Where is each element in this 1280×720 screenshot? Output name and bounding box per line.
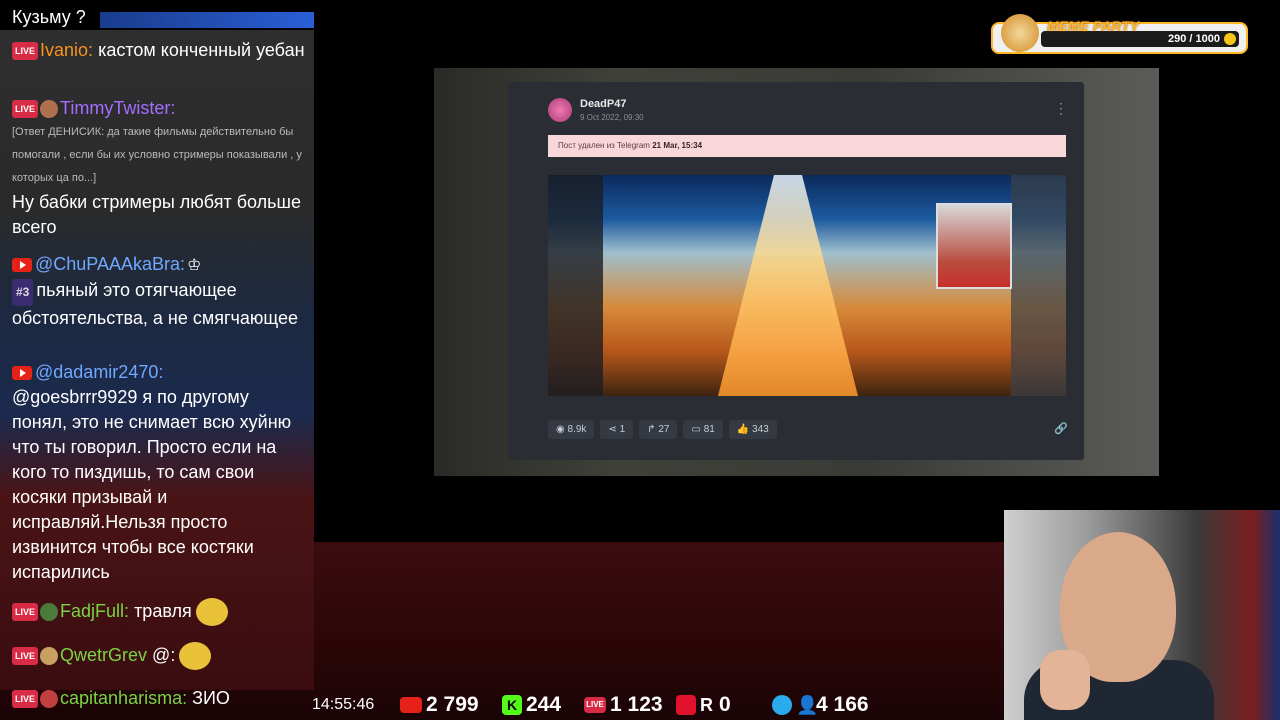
alert-time: 21 Mar, 15:34 [652, 141, 703, 150]
chat-reply-quote: [Ответ ДЕНИСИК: да такие фильмы действит… [12, 126, 302, 184]
chat-text: травля [134, 600, 192, 621]
doge-icon [1001, 14, 1039, 52]
post-stats: ◉ 8.9k ⋖ 1 ↱ 27 ▭ 81 👍 343 [548, 420, 777, 439]
chat-message: Кузьму ? [12, 5, 307, 30]
clock: 14:55:46 [312, 696, 375, 713]
rutube-icon [676, 695, 696, 716]
live-badge-icon: LIVE [12, 100, 39, 119]
chat-nick: @dadamir2470: [35, 362, 164, 382]
live-badge-icon: LIVE [12, 690, 39, 709]
share-icon: ⋖ [608, 424, 617, 435]
chat-nick: @ChuPAAAkaBra: [35, 254, 186, 274]
kick-icon: K [502, 695, 522, 716]
youtube-badge-icon [12, 366, 32, 381]
chat-message: LIVE capitanharisma: ЗИО [12, 686, 312, 711]
shares-stat[interactable]: ⋖ 1 [600, 420, 634, 439]
chat-message: LIVE TimmyTwister: [Ответ ДЕНИСИК: да так… [12, 96, 307, 240]
chat-nick: QwetrGrev [60, 644, 148, 665]
eye-icon: ◉ [556, 424, 565, 435]
chat-text: Кузьму ? [12, 7, 86, 27]
like-icon: 👍 [736, 424, 750, 435]
live-badge-icon: LIVE [12, 603, 39, 621]
user-icon: 👤 [796, 695, 819, 716]
forwards-stat[interactable]: ↱ 27 [639, 420, 678, 439]
chat-nick: TimmyTwister: [60, 98, 176, 118]
telegram-icon [772, 695, 792, 716]
avatar [40, 690, 59, 709]
chat-text: Ну бабки стримеры любят больше всего [12, 192, 301, 237]
crown-icon: ♔ [187, 257, 202, 274]
webcam-overlay [936, 203, 1012, 289]
chat-nick: FadjFull: [60, 600, 130, 621]
avatar [40, 100, 59, 119]
comments-icon: ▭ [691, 424, 701, 435]
meme-party-score: 290 / 1000 [1168, 33, 1220, 45]
emote-icon [179, 642, 212, 670]
chat-text: кастом конченный уебан [98, 40, 305, 60]
chat-nick: capitanharisma: [60, 688, 188, 708]
live-badge-icon: LIVE [12, 647, 39, 665]
live-badge-icon: LIVE [12, 42, 39, 61]
meme-party-widget: MEME PARTY 290 / 1000 [991, 14, 1248, 54]
emote-icon [195, 598, 228, 626]
telegram-viewers: 👤4 166 [772, 693, 869, 717]
chat-message: LIVE Ivanio: кастом конченный уебан [12, 38, 307, 63]
rutube-viewers: R0 [676, 693, 731, 717]
coin-icon [1224, 33, 1236, 45]
chat-text: @: [152, 644, 176, 665]
meme-party-title: MEME PARTY [1047, 18, 1140, 34]
forward-icon: ↱ [647, 424, 656, 435]
author-avatar [548, 98, 572, 122]
more-menu-icon[interactable]: ⋮ [1054, 100, 1068, 117]
chat-text: пьяный это отягчающее обстоятельства, а … [12, 280, 299, 328]
chat-text: @goesbrrr9929 я по другому понял, это не… [12, 387, 292, 582]
likes-stat[interactable]: 👍 343 [728, 420, 777, 439]
shared-screen: DeadP47 9 Oct 2022, 09:30 ⋮ Пост удален … [434, 68, 1159, 476]
live-viewers: LIVE 1 123 [584, 693, 663, 717]
chat-message: @ChuPAAAkaBra: ♔ #3 пьяный это отягчающее … [12, 252, 307, 331]
youtube-badge-icon [12, 258, 32, 273]
comments-stat[interactable]: ▭ 81 [683, 420, 723, 439]
post-card: DeadP47 9 Oct 2022, 09:30 ⋮ Пост удален … [508, 82, 1084, 460]
youtube-icon [400, 697, 422, 714]
views-stat: ◉ 8.9k [548, 420, 595, 439]
chat-nick: Ivanio: [40, 40, 94, 60]
rank-badge: #3 [12, 279, 34, 306]
kick-viewers: K 244 [502, 693, 561, 717]
streamer-webcam [1004, 510, 1280, 720]
chat-text: ЗИО [192, 688, 230, 708]
post-video[interactable] [548, 175, 1066, 396]
chat-message: LIVE QwetrGrev @: [12, 642, 307, 670]
live-icon: LIVE [584, 697, 606, 714]
deleted-alert: Пост удален из Telegram 21 Mar, 15:34 [548, 135, 1066, 157]
post-author[interactable]: DeadP47 [580, 98, 626, 110]
chat-message: @dadamir2470: @goesbrrr9929 я по другому… [12, 360, 307, 585]
alert-text: Пост удален из Telegram [558, 141, 650, 150]
youtube-viewers: 2 799 [400, 693, 479, 717]
avatar [40, 603, 59, 621]
link-icon[interactable]: 🔗 [1054, 422, 1068, 435]
chat-panel: Кузьму ? LIVE Ivanio: кастом конченный уе… [0, 0, 314, 690]
avatar [40, 647, 59, 665]
chat-message: LIVE FadjFull: травля [12, 598, 307, 626]
post-date: 9 Oct 2022, 09:30 [580, 113, 644, 122]
r-icon: R [700, 694, 713, 715]
